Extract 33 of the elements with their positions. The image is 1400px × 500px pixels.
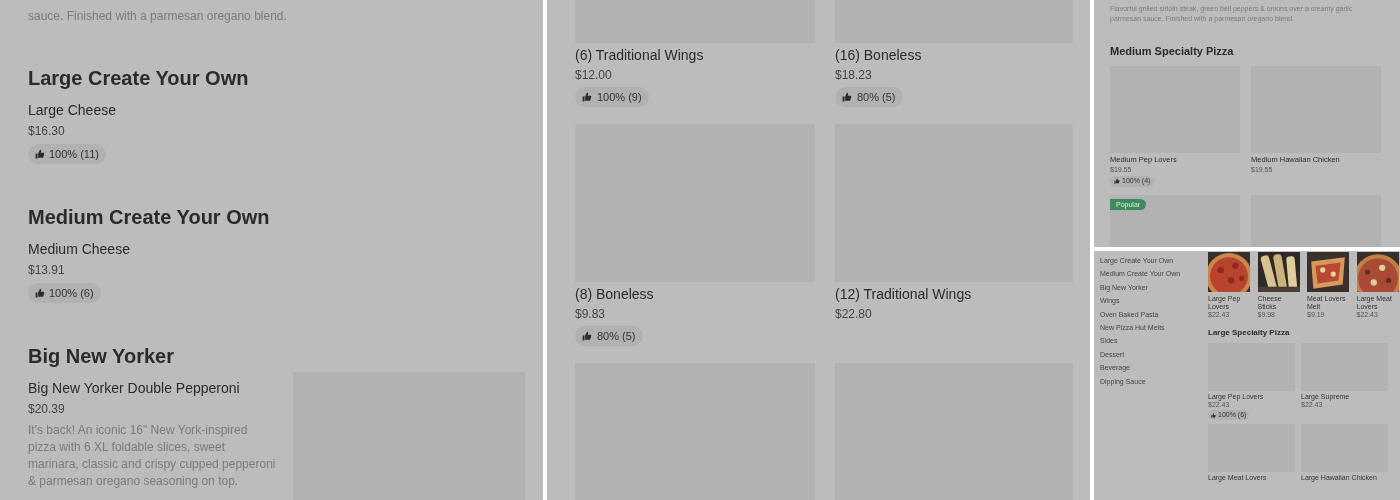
- thumbs-up-icon: [35, 288, 45, 298]
- thumbs-up-icon: [582, 331, 592, 341]
- item-description: sauce. Finished with a parmesan oregano blend.: [28, 8, 288, 25]
- item-price: $20.39: [28, 401, 66, 418]
- section-heading: Medium Create Your Own: [28, 205, 271, 230]
- item-name[interactable]: (8) Boneless: [575, 284, 815, 304]
- section-heading: Large Create Your Own: [28, 66, 250, 91]
- item-price: $18.23: [835, 67, 873, 84]
- item-name[interactable]: (12) Traditional Wings: [835, 284, 1073, 304]
- item-name[interactable]: (16) Boneless: [835, 45, 1073, 65]
- item-name[interactable]: (6) Traditional Wings: [575, 45, 815, 65]
- item-name[interactable]: Large Cheese: [28, 100, 278, 120]
- thumbs-up-icon: [1211, 412, 1216, 418]
- item-description: It's back! An iconic 16" New York-inspired pizza with 6 XL foldable slices, sweet marinara, classic and crispy cupped pepperoni & parmesan oregano seasoning on top.: [28, 422, 277, 490]
- item-price: $13.91: [28, 262, 66, 279]
- rating-text: 100% (9): [597, 89, 642, 105]
- item-name[interactable]: Big New Yorker Double Pepperoni: [28, 378, 278, 398]
- item-price: $12.00: [575, 67, 613, 84]
- section-heading: Big New Yorker: [28, 344, 175, 369]
- rating-text: 80% (5): [597, 328, 636, 344]
- item-price: $22.80: [835, 306, 873, 323]
- section-heading: Large Specialty Pizza: [1208, 327, 1291, 339]
- thumbs-up-icon: [842, 92, 852, 102]
- section-heading: Medium Specialty Pizza: [1110, 44, 1235, 59]
- thumbs-up-icon: [1114, 178, 1120, 184]
- rating-text: 80% (5): [857, 89, 896, 105]
- item-name[interactable]: Medium Cheese: [28, 239, 278, 259]
- item-price: $16.30: [28, 123, 66, 140]
- rating-text: 100% (11): [49, 146, 99, 162]
- rating-text: 100% (6): [49, 285, 94, 301]
- item-price: $9.83: [575, 306, 607, 323]
- thumbs-up-icon: [35, 149, 45, 159]
- thumbs-up-icon: [582, 92, 592, 102]
